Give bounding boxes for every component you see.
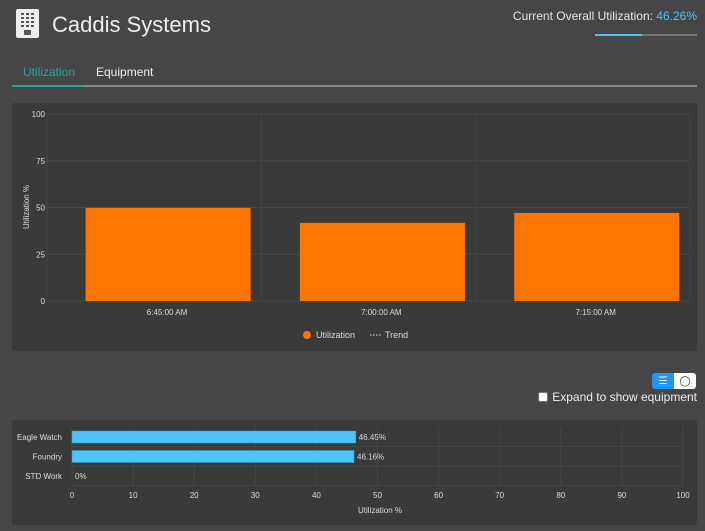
equipment-chart: 0 10 20 30 40 50 60 70 80 90 100 Eagle Watch 46.45% F… [17, 427, 690, 515]
x-tick-label: 50 [373, 491, 382, 500]
y-tick-label: STD Work [25, 472, 63, 481]
x-tick-label: 10 [129, 491, 138, 500]
x-axis-label: Utilization % [358, 506, 402, 515]
x-tick-label: 70 [495, 491, 504, 500]
x-tick-label: 30 [251, 491, 260, 500]
x-tick-label: 100 [676, 491, 690, 500]
data-label: 0% [75, 472, 87, 481]
data-label: 46.45% [359, 433, 386, 442]
bar [71, 450, 355, 463]
x-tick-label: 40 [312, 491, 321, 500]
x-tick-label: 60 [434, 491, 443, 500]
data-label: 46.16% [357, 453, 384, 462]
x-tick-label: 90 [617, 491, 626, 500]
bar [71, 430, 357, 444]
y-tick-label: Eagle Watch [17, 433, 62, 442]
x-tick-label: 80 [556, 491, 565, 500]
x-tick-label: 20 [190, 491, 199, 500]
x-tick-label: 0 [70, 491, 75, 500]
y-tick-label: Foundry [33, 453, 62, 462]
